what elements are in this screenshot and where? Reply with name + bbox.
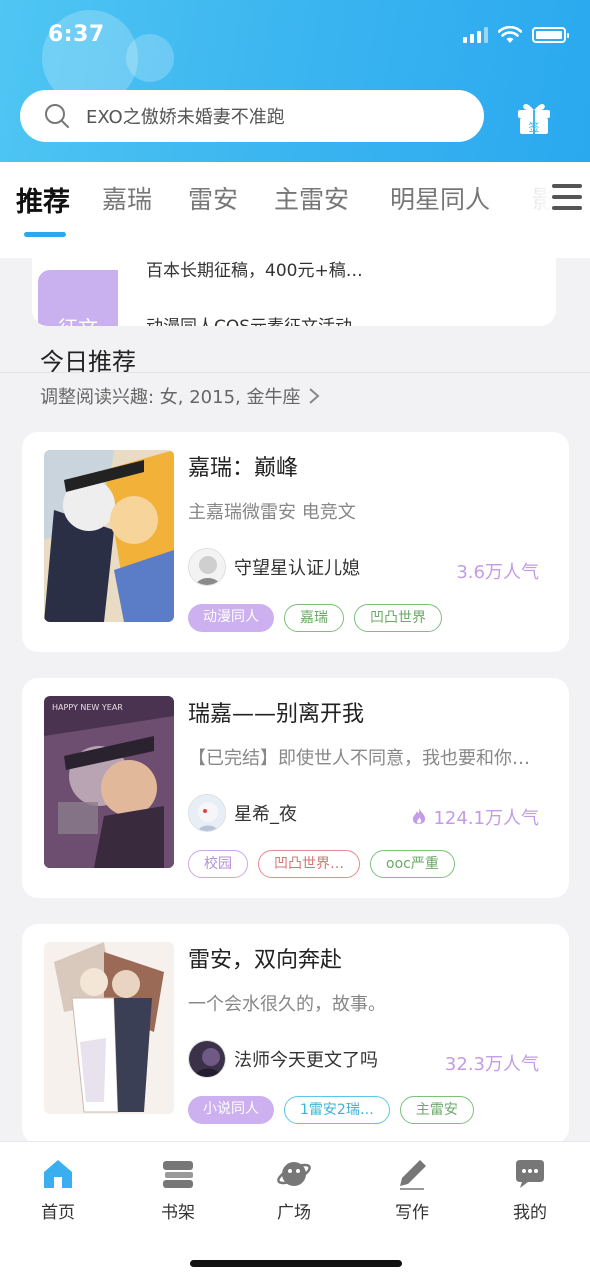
battery-icon	[532, 27, 569, 43]
popularity: 3.6万人气	[456, 558, 539, 584]
tag[interactable]: 校园	[188, 850, 248, 878]
checkin-button[interactable]: 签	[516, 100, 552, 136]
category-tabs: 推荐 嘉瑞 雷安 主雷安 明星同人 影	[0, 162, 590, 258]
book-card[interactable]: 嘉瑞：巅峰 主嘉瑞微雷安 电竞文 守望星认证儿媳 3.6万人气 动漫同人 嘉瑞 …	[22, 432, 569, 652]
wifi-icon	[498, 26, 522, 43]
author[interactable]: 守望星认证儿媳	[188, 548, 360, 586]
book-cover[interactable]: HAPPY NEW YEAR	[44, 696, 174, 868]
divider	[0, 372, 590, 373]
home-indicator	[190, 1260, 402, 1267]
nav-square[interactable]: 广场	[254, 1156, 334, 1223]
contest-banner[interactable]: 征文 百本长期征稿，400元+稿… 动漫同人COS元素征文活动	[32, 258, 556, 326]
tag[interactable]: 主雷安	[399, 1096, 474, 1124]
tag-list: 校园 凹凸世界… ooc严重	[188, 850, 455, 878]
search-icon	[45, 104, 69, 128]
book-description: 主嘉瑞微雷安 电竞文	[188, 502, 356, 523]
search-input[interactable]: EXO之傲娇未婚妻不准跑	[20, 90, 484, 142]
book-title: 瑞嘉——别离开我	[188, 702, 365, 727]
author-name: 守望星认证儿媳	[234, 558, 360, 579]
nav-label: 书架	[161, 1203, 195, 1223]
popularity: 124.1万人气	[411, 804, 539, 830]
tag-list: 小说同人 1雷安2瑞… 主雷安	[188, 1096, 474, 1124]
cover-illustration: HAPPY NEW YEAR	[44, 696, 174, 868]
nav-label: 广场	[277, 1203, 311, 1223]
tag[interactable]: 嘉瑞	[284, 604, 344, 632]
flame-icon	[413, 808, 426, 825]
adjust-interest-link[interactable]: 调整阅读兴趣: 女, 2015, 金牛座	[40, 383, 321, 409]
tag[interactable]: 小说同人	[188, 1096, 274, 1124]
nav-label: 我的	[513, 1203, 547, 1223]
author-name: 法师今天更文了吗	[234, 1050, 378, 1071]
tag[interactable]: ooc严重	[370, 850, 455, 878]
popularity-value: 3.6万人气	[456, 562, 539, 583]
tab-jiarui[interactable]: 嘉瑞	[102, 180, 152, 216]
book-title: 嘉瑞：巅峰	[188, 456, 299, 481]
search-placeholder: EXO之傲娇未婚妻不准跑	[86, 107, 285, 128]
home-icon	[44, 1160, 72, 1188]
nav-bookshelf[interactable]: 书架	[138, 1156, 218, 1223]
decor-bubble	[126, 34, 174, 82]
book-description: 【已完结】即使世人不同意，我也要和你…	[188, 748, 530, 769]
cover-illustration	[44, 942, 174, 1114]
tag-list: 动漫同人 嘉瑞 凹凸世界	[188, 604, 442, 632]
contest-line: 动漫同人COS元素征文活动	[146, 312, 352, 326]
book-card[interactable]: 雷安，双向奔赴 一个会水很久的，故事。 法师今天更文了吗 32.3万人气 小说同…	[22, 924, 569, 1144]
contest-badge: 征文	[38, 270, 118, 326]
signal-icon	[463, 27, 488, 43]
book-cover[interactable]	[44, 450, 174, 622]
nav-home[interactable]: 首页	[18, 1156, 98, 1223]
cover-illustration	[44, 450, 174, 622]
book-title: 雷安，双向奔赴	[188, 948, 343, 973]
tab-celebrity-fanfic[interactable]: 明星同人	[390, 180, 490, 216]
tab-zhuleian[interactable]: 主雷安	[274, 180, 349, 216]
tab-active-indicator	[24, 232, 66, 237]
contest-line: 百本长期征稿，400元+稿…	[146, 261, 363, 281]
chat-icon	[516, 1160, 544, 1188]
tag[interactable]: 凹凸世界	[354, 604, 442, 632]
popularity-value: 124.1万人气	[433, 808, 539, 829]
book-description: 一个会水很久的，故事。	[188, 994, 386, 1015]
popularity: 32.3万人气	[445, 1050, 539, 1076]
nav-label: 首页	[41, 1203, 75, 1223]
pen-icon	[400, 1160, 426, 1190]
author-name: 星希_夜	[234, 804, 297, 825]
status-time: 6:37	[48, 22, 105, 47]
nav-label: 写作	[395, 1203, 429, 1223]
book-cover[interactable]	[44, 942, 174, 1114]
nav-write[interactable]: 写作	[372, 1156, 452, 1223]
avatar	[188, 548, 226, 586]
book-card[interactable]: HAPPY NEW YEAR 瑞嘉——别离开我 【已完结】即使世人不同意，我也要…	[22, 678, 569, 898]
tab-leian[interactable]: 雷安	[188, 180, 238, 216]
bookshelf-icon	[163, 1161, 193, 1188]
author[interactable]: 法师今天更文了吗	[188, 1040, 378, 1078]
popularity-value: 32.3万人气	[444, 1054, 539, 1075]
gift-icon: 签	[518, 104, 550, 134]
checkin-label: 签	[529, 120, 540, 134]
author[interactable]: 星希_夜	[188, 794, 297, 832]
category-menu-icon[interactable]	[552, 184, 582, 212]
avatar	[188, 794, 226, 832]
cover-caption: HAPPY NEW YEAR	[52, 703, 123, 712]
tab-recommend[interactable]: 推荐	[16, 180, 70, 219]
tag[interactable]: 动漫同人	[188, 604, 274, 632]
tag[interactable]: 凹凸世界…	[258, 850, 360, 878]
avatar	[188, 1040, 226, 1078]
chevron-right-icon	[309, 388, 321, 404]
nav-me[interactable]: 我的	[490, 1156, 570, 1223]
status-icons	[463, 26, 569, 44]
interest-text: 调整阅读兴趣: 女, 2015, 金牛座	[40, 387, 301, 408]
planet-icon	[277, 1162, 311, 1186]
header: 6:37 EXO之傲娇未婚妻不准跑 签	[0, 0, 590, 162]
tag[interactable]: 1雷安2瑞…	[284, 1096, 390, 1124]
